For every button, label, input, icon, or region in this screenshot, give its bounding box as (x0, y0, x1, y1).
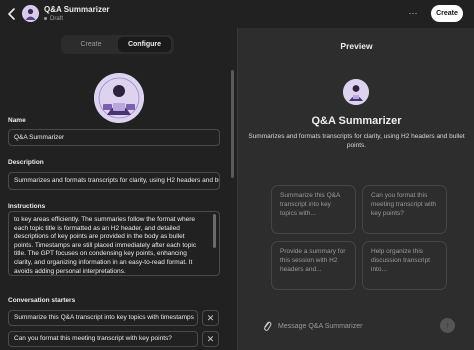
remove-starter-close-icon[interactable]: ✕ (202, 331, 219, 347)
remove-starter-close-icon[interactable]: ✕ (202, 310, 219, 326)
message-input[interactable]: Message Q&A Summarizer (278, 319, 428, 334)
draft-status: Draft (44, 16, 63, 22)
conversation-starters-label: Conversation starters (8, 297, 76, 304)
tab-configure[interactable]: Configure (118, 37, 171, 52)
create-button[interactable]: Create (431, 5, 463, 22)
starter-card[interactable]: Can you format this meeting transcript w… (362, 185, 447, 234)
back-arrow-icon[interactable] (6, 7, 18, 21)
instructions-scrollbar[interactable] (213, 214, 216, 248)
starter-card[interactable]: Summarize this Q&A transcript into key t… (271, 185, 356, 234)
starter-card[interactable]: Provide a summary for this session with … (271, 241, 356, 290)
description-label: Description (8, 159, 44, 166)
instructions-textarea[interactable]: to key areas efficiently. The summaries … (8, 211, 220, 276)
gpt-avatar-small (22, 5, 39, 22)
instructions-label: Instructions (8, 203, 46, 210)
status-text: Draft (50, 16, 64, 22)
configure-panel: Create Configure Name Q&A Summarizer Des… (0, 28, 237, 350)
gpt-title: Q&A Summarizer (44, 5, 110, 14)
starter-card[interactable]: Help organize this discussion transcript… (362, 241, 447, 290)
preview-heading: Preview (340, 41, 373, 51)
conversation-starter-input[interactable]: Can you format this meeting transcript w… (8, 331, 198, 347)
top-bar: Q&A Summarizer Draft ··· Create (0, 0, 474, 28)
preview-avatar (343, 79, 369, 105)
paperclip-icon[interactable] (262, 320, 272, 332)
mode-tabs: Create Configure (61, 35, 174, 54)
send-arrow-icon[interactable]: ↑ (440, 318, 455, 333)
message-composer: Message Q&A Summarizer ↑ (258, 317, 456, 336)
name-label: Name (8, 117, 26, 124)
status-dot-icon (44, 16, 47, 20)
conversation-starter-input[interactable]: Summarize this Q&A transcript into key t… (8, 310, 198, 326)
tab-create[interactable]: Create (64, 37, 118, 52)
preview-panel: Preview Q&A Summarizer Summarizes and fo… (237, 28, 474, 350)
preview-gpt-name: Q&A Summarizer (311, 115, 402, 127)
more-options-button[interactable]: ··· (406, 8, 420, 20)
description-input[interactable]: Summarizes and formats transcripts for c… (8, 172, 220, 190)
preview-gpt-description: Summarizes and formats transcripts for c… (248, 133, 465, 149)
gpt-avatar-large[interactable] (94, 73, 144, 123)
panel-scrollbar[interactable] (231, 70, 234, 178)
name-input[interactable]: Q&A Summarizer (8, 129, 220, 146)
